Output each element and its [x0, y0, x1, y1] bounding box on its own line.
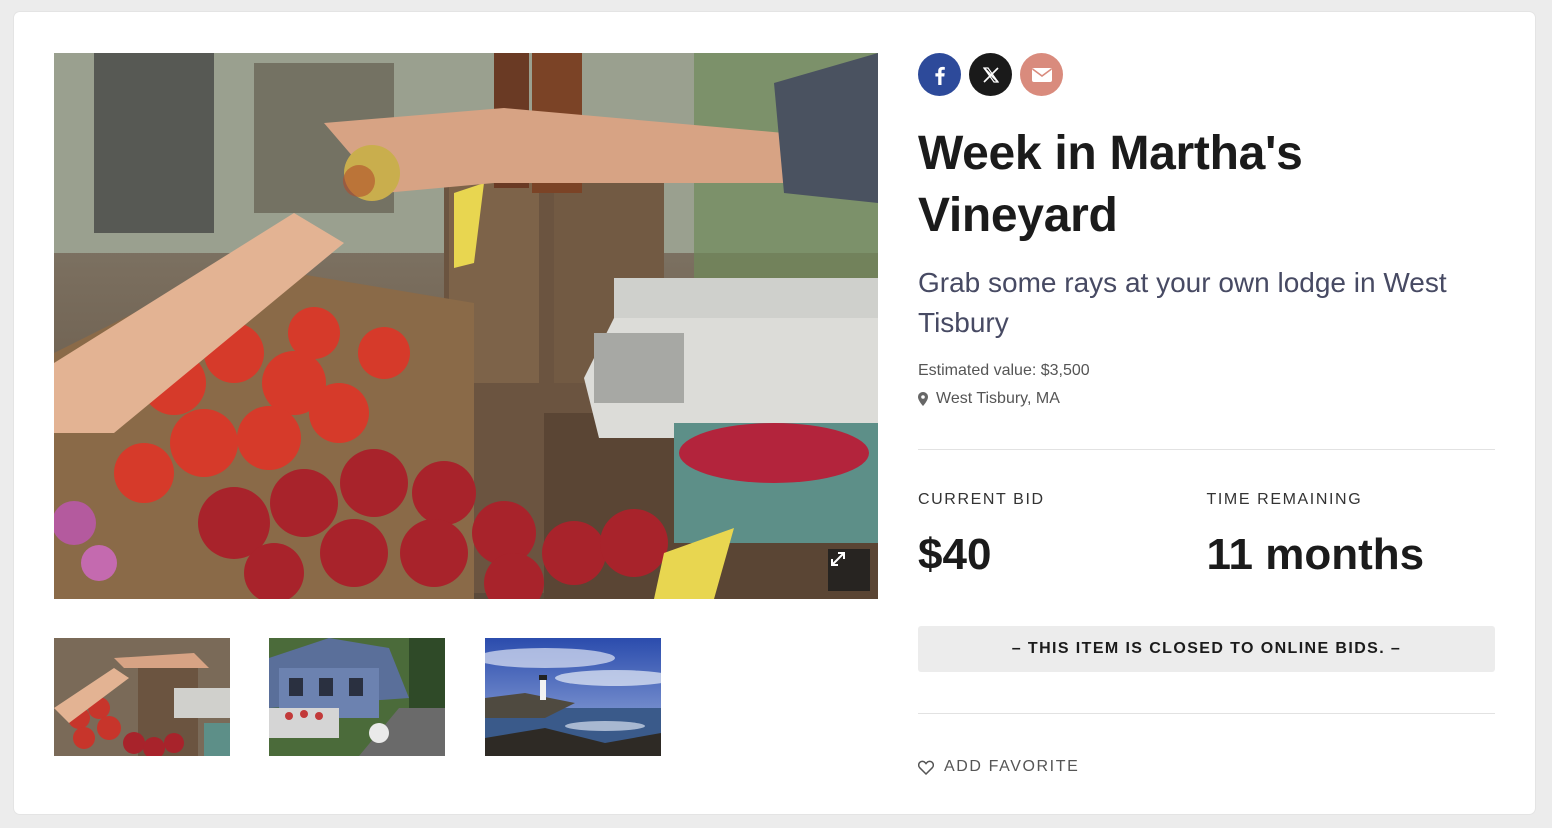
- main-item-photo[interactable]: [54, 53, 878, 599]
- expand-image-button[interactable]: [828, 549, 870, 591]
- time-remaining-label: TIME REMAINING: [1206, 491, 1363, 508]
- current-bid-block: CURRENT BID $40: [918, 490, 1207, 580]
- add-favorite-label: ADD FAVORITE: [944, 758, 1080, 775]
- email-share-button[interactable]: [1020, 53, 1063, 96]
- current-bid-value: $40: [918, 530, 992, 579]
- map-pin-icon: [918, 392, 928, 406]
- time-remaining-block: TIME REMAINING 11 months: [1207, 490, 1496, 580]
- current-bid-label: CURRENT BID: [918, 491, 1045, 508]
- item-title: Week in Martha's Vineyard: [918, 127, 1303, 242]
- location-text: West Tisbury, MA: [936, 390, 1060, 407]
- divider: [918, 449, 1495, 450]
- closed-to-bids-notice: – THIS ITEM IS CLOSED TO ONLINE BIDS. –: [918, 626, 1495, 672]
- time-remaining-value: 11 months: [1206, 530, 1425, 579]
- farmers-market-photo: [54, 53, 878, 599]
- heart-icon: [918, 760, 934, 775]
- email-icon: [1031, 67, 1052, 82]
- share-buttons: [918, 53, 1495, 97]
- bid-summary: CURRENT BID $40 TIME REMAINING 11 months: [918, 490, 1495, 580]
- farmers-market-thumbnail[interactable]: [54, 638, 230, 756]
- divider: [918, 713, 1495, 714]
- item-subtitle: Grab some rays at your own lodge in West…: [918, 267, 1447, 338]
- add-favorite-button[interactable]: ADD FAVORITE: [918, 758, 1495, 776]
- item-details: Week in Martha's Vineyard Grab some rays…: [918, 53, 1495, 776]
- facebook-share-button[interactable]: [918, 53, 961, 96]
- x-share-button[interactable]: [969, 53, 1012, 96]
- expand-icon: [831, 552, 845, 566]
- lighthouse-coast-thumbnail[interactable]: [485, 638, 661, 756]
- estimated-value: Estimated value: $3,500: [918, 362, 1090, 379]
- auction-item-card: Week in Martha's Vineyard Grab some rays…: [14, 12, 1535, 814]
- item-location: West Tisbury, MA: [918, 389, 1495, 409]
- x-logo-icon: [982, 66, 999, 83]
- village-street-thumbnail[interactable]: [269, 638, 445, 756]
- facebook-icon: [934, 66, 945, 85]
